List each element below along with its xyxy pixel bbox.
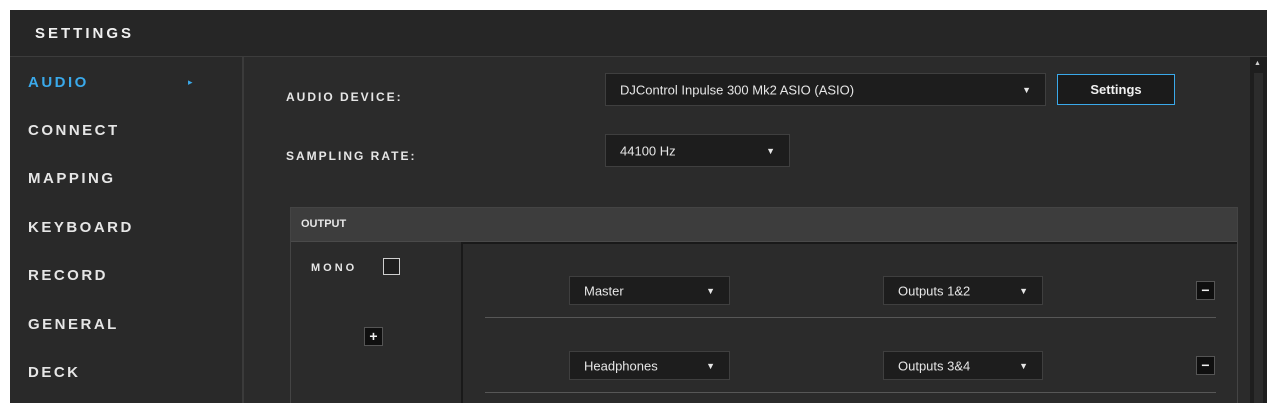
scrollbar-thumb[interactable]	[1254, 73, 1263, 403]
chevron-down-icon: ▼	[1019, 285, 1028, 296]
chevron-down-icon: ▼	[1019, 360, 1028, 371]
audio-device-label: AUDIO DEVICE:	[286, 90, 403, 104]
sidebar-item-connect[interactable]: CONNECT	[28, 122, 228, 146]
chevron-down-icon: ▼	[706, 285, 715, 296]
output-destination-select[interactable]: Outputs 3&4 ▼	[883, 351, 1043, 380]
output-panel: OUTPUT MONO + Master ▼ Outputs 1&2 ▼ − H…	[290, 207, 1238, 403]
route-divider	[485, 392, 1216, 393]
output-destination-select[interactable]: Outputs 1&2 ▼	[883, 276, 1043, 305]
output-header-label: OUTPUT	[301, 218, 347, 230]
sidebar-item-label: AUDIO	[28, 74, 89, 91]
minus-icon: −	[1201, 357, 1210, 373]
sidebar: AUDIO ▸ CONNECT MAPPING KEYBOARD RECORD …	[10, 57, 244, 403]
add-output-button[interactable]: +	[364, 327, 383, 346]
scroll-up-arrow-icon[interactable]: ▲	[1254, 60, 1261, 67]
remove-output-button[interactable]: −	[1196, 281, 1215, 300]
output-options: MONO +	[291, 242, 461, 403]
audio-device-select[interactable]: DJControl Inpulse 300 Mk2 ASIO (ASIO) ▼	[605, 73, 1046, 106]
vertical-scrollbar[interactable]: ▲	[1250, 57, 1267, 403]
output-source-value: Master	[584, 283, 624, 298]
sidebar-item-record[interactable]: RECORD	[28, 267, 228, 291]
mono-label: MONO	[311, 262, 358, 274]
sidebar-item-label: MAPPING	[28, 170, 116, 187]
sidebar-item-mapping[interactable]: MAPPING	[28, 170, 228, 194]
chevron-down-icon: ▼	[1022, 84, 1031, 95]
sidebar-item-label: RECORD	[28, 267, 109, 284]
chevron-down-icon: ▼	[706, 360, 715, 371]
settings-window: SETTINGS AUDIO ▸ CONNECT MAPPING KEYBOAR…	[10, 10, 1267, 403]
sidebar-item-label: DECK	[28, 364, 81, 381]
audio-settings-panel: AUDIO DEVICE: DJControl Inpulse 300 Mk2 …	[244, 57, 1250, 403]
sidebar-item-audio[interactable]: AUDIO ▸	[28, 74, 228, 98]
sidebar-item-label: CONNECT	[28, 122, 120, 139]
output-source-select[interactable]: Headphones ▼	[569, 351, 730, 380]
audio-device-settings-button[interactable]: Settings	[1057, 74, 1175, 105]
plus-icon: +	[369, 328, 378, 344]
output-destination-value: Outputs 1&2	[898, 283, 971, 298]
sidebar-item-general[interactable]: GENERAL	[28, 316, 228, 340]
output-source-value: Headphones	[584, 358, 658, 373]
minus-icon: −	[1201, 282, 1210, 298]
page-title: SETTINGS	[35, 25, 135, 42]
sidebar-item-label: KEYBOARD	[28, 219, 134, 236]
chevron-down-icon: ▼	[766, 145, 775, 156]
sidebar-item-deck[interactable]: DECK	[28, 364, 228, 388]
title-bar: SETTINGS	[10, 10, 1267, 57]
output-source-select[interactable]: Master ▼	[569, 276, 730, 305]
output-routes: Master ▼ Outputs 1&2 ▼ − Headphones ▼ Ou…	[461, 242, 1237, 403]
sampling-rate-value: 44100 Hz	[620, 143, 676, 158]
remove-output-button[interactable]: −	[1196, 356, 1215, 375]
chevron-right-icon: ▸	[188, 77, 193, 87]
sampling-rate-select[interactable]: 44100 Hz ▼	[605, 134, 790, 167]
route-divider	[485, 317, 1216, 318]
sidebar-item-label: GENERAL	[28, 316, 119, 333]
audio-device-value: DJControl Inpulse 300 Mk2 ASIO (ASIO)	[620, 82, 855, 97]
mono-checkbox[interactable]	[383, 258, 400, 275]
output-header: OUTPUT	[291, 208, 1237, 242]
output-destination-value: Outputs 3&4	[898, 358, 971, 373]
sidebar-item-keyboard[interactable]: KEYBOARD	[28, 219, 228, 243]
sampling-rate-label: SAMPLING RATE:	[286, 149, 417, 163]
